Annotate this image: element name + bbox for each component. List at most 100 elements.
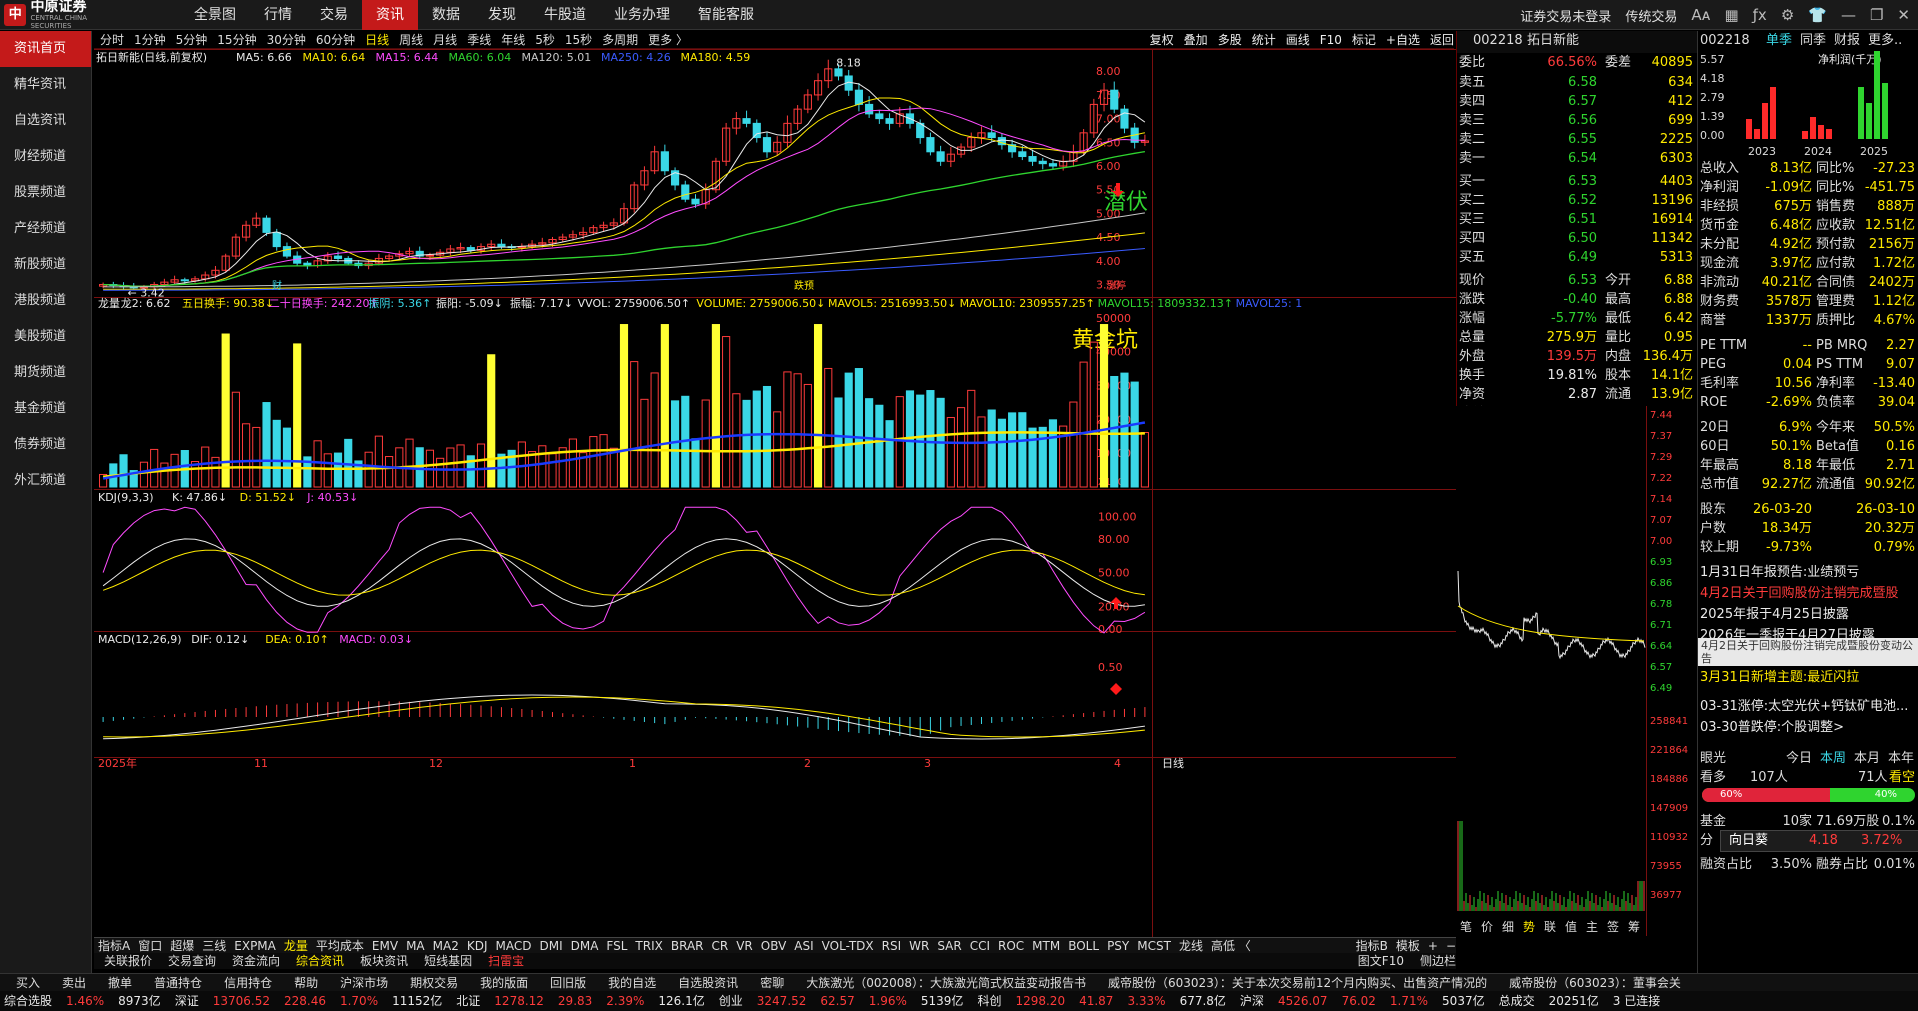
indicator-tab-25[interactable]: CCI [970, 938, 990, 954]
grid-icon[interactable]: ▦ [1724, 6, 1738, 24]
info-tab-3[interactable]: 综合资讯 [296, 953, 344, 969]
eye-tab-3[interactable]: 本年 [1888, 749, 1914, 768]
indicator-tab-30[interactable]: MCST [1137, 938, 1171, 954]
bid-row[interactable]: 买五 6.49 5313 [1457, 248, 1697, 267]
period-tab-12[interactable]: 15秒 [565, 31, 592, 48]
sidebar-item-7[interactable]: 港股频道 [0, 283, 91, 319]
ask-row[interactable]: 卖五 6.58 634 [1457, 73, 1697, 92]
minimize-icon[interactable]: — [1841, 6, 1856, 24]
info-tab-0[interactable]: 关联报价 [104, 953, 152, 969]
sidebar-item-6[interactable]: 新股频道 [0, 247, 91, 283]
indicator-tab-26[interactable]: ROC [998, 938, 1024, 954]
period-tab-1[interactable]: 1分钟 [134, 31, 166, 48]
sidebar-item-10[interactable]: 基金频道 [0, 391, 91, 427]
sidebar-item-8[interactable]: 美股频道 [0, 319, 91, 355]
fin-tab-0[interactable]: 单季 [1766, 31, 1792, 50]
kline-chart-area[interactable]: 拓日新能(日线,前复权) MA5: 6.66 MA10: 6.64 MA15: 6.4… [94, 49, 1456, 937]
index-item-0[interactable]: 综合选股 [4, 991, 52, 1011]
indicator-tab-5[interactable]: 龙量 [284, 938, 308, 954]
sidebar-item-11[interactable]: 债券频道 [0, 427, 91, 463]
fin-news-item[interactable]: 2025年报于4月25日披露 [1698, 605, 1918, 624]
chart-tool-5[interactable]: F10 [1320, 33, 1342, 47]
info-tab-6[interactable]: 扫雷宝 [488, 953, 524, 969]
eye-bar[interactable]: 60% 40% [1702, 788, 1915, 802]
indicator-tab-22[interactable]: RSI [882, 938, 902, 954]
eye-tab-2[interactable]: 本月 [1854, 749, 1880, 768]
bottom-action-4[interactable]: 信用持仓 [224, 974, 272, 991]
bottom-action-12[interactable]: 密聊 [760, 974, 784, 991]
bottom-action-11[interactable]: 自选股资讯 [678, 974, 738, 991]
nav-item-6[interactable]: 牛股道 [530, 0, 600, 30]
bottom-action-1[interactable]: 卖出 [62, 974, 86, 991]
chart-tool-7[interactable]: +自选 [1386, 31, 1420, 48]
nav-item-2[interactable]: 交易 [306, 0, 362, 30]
period-tab-11[interactable]: 5秒 [535, 31, 555, 48]
info-tab-5[interactable]: 短线基因 [424, 953, 472, 969]
fin-tab-1[interactable]: 同季 [1800, 31, 1826, 50]
fin-news2-item[interactable]: 03-31涨停:太空光伏+钙钛矿电池... [1698, 697, 1918, 716]
indicator-tab-24[interactable]: SAR [937, 938, 961, 954]
chart-tool-8[interactable]: 返回 [1430, 31, 1454, 48]
bottom-action-0[interactable]: 买入 [16, 974, 40, 991]
sidebar-item-9[interactable]: 期货频道 [0, 355, 91, 391]
indicator-tab-21[interactable]: VOL-TDX [822, 938, 874, 954]
sidebar-item-0[interactable]: 资讯首页 [0, 31, 91, 67]
app-logo[interactable]: 中 中原证券 CENTRAL CHINA SECURITIES [4, 0, 124, 30]
period-tab-14[interactable]: 更多 〉 [648, 31, 688, 48]
indicator-tab-16[interactable]: BRAR [671, 938, 704, 954]
indicator-tab-7[interactable]: EMV [372, 938, 398, 954]
indicator-tab-27[interactable]: MTM [1032, 938, 1060, 954]
period-tab-3[interactable]: 15分钟 [217, 31, 256, 48]
fin-tab-3[interactable]: 更多.. [1868, 31, 1902, 50]
fin-news-item[interactable]: 4月2日关于回购股份注销完成暨股 [1698, 584, 1918, 603]
indicator-tab-23[interactable]: WR [909, 938, 929, 954]
indicator-tab-6[interactable]: 平均成本 [316, 938, 364, 954]
nav-item-4[interactable]: 数据 [418, 0, 474, 30]
restore-icon[interactable]: ❐ [1870, 6, 1883, 24]
indicator-tab-3[interactable]: 三线 [202, 938, 226, 954]
period-tab-4[interactable]: 30分钟 [267, 31, 306, 48]
gear-icon[interactable]: ⚙ [1781, 6, 1794, 24]
period-tab-7[interactable]: 周线 [399, 31, 423, 48]
info-right-0[interactable]: 图文F10 [1358, 953, 1404, 969]
indicator-tab-29[interactable]: PSY [1107, 938, 1129, 954]
indicator-right-3[interactable]: − [1446, 938, 1456, 954]
trade-login-status[interactable]: 证券交易未登录 [1520, 6, 1611, 25]
bottom-action-5[interactable]: 帮助 [294, 974, 318, 991]
chart-tool-0[interactable]: 复权 [1150, 31, 1174, 48]
eye-tab-0[interactable]: 今日 [1786, 749, 1812, 768]
fin-tab-2[interactable]: 财报 [1834, 31, 1860, 50]
formula-icon[interactable]: ƒx [1753, 6, 1767, 24]
period-tab-5[interactable]: 60分钟 [316, 31, 355, 48]
nav-item-5[interactable]: 发现 [474, 0, 530, 30]
nav-item-0[interactable]: 全景图 [180, 0, 250, 30]
bottom-action-7[interactable]: 期权交易 [410, 974, 458, 991]
nav-item-3[interactable]: 资讯 [362, 0, 418, 30]
nav-item-1[interactable]: 行情 [250, 0, 306, 30]
indicator-tab-2[interactable]: 超爆 [170, 938, 194, 954]
indicator-tab-12[interactable]: DMI [539, 938, 562, 954]
sidebar-item-5[interactable]: 产经频道 [0, 211, 91, 247]
ask-row[interactable]: 卖二 6.55 2225 [1457, 130, 1697, 149]
stock-popup[interactable]: 向日葵 4.18 3.72% [1720, 830, 1918, 852]
nav-item-8[interactable]: 智能客服 [684, 0, 768, 30]
period-tab-13[interactable]: 多周期 [602, 31, 638, 48]
indicator-right-2[interactable]: + [1428, 938, 1438, 954]
fin-news-item[interactable]: 1月31日年报预告:业绩预亏 [1698, 563, 1918, 582]
bid-row[interactable]: 买一 6.53 4403 [1457, 172, 1697, 191]
indicator-tab-32[interactable]: 高低 〈 [1211, 938, 1251, 954]
chart-tool-2[interactable]: 多股 [1218, 31, 1242, 48]
info-tab-2[interactable]: 资金流向 [232, 953, 280, 969]
indicator-tab-13[interactable]: DMA [571, 938, 599, 954]
sidebar-item-3[interactable]: 财经频道 [0, 139, 91, 175]
close-icon[interactable]: ✕ [1897, 6, 1910, 24]
indicator-tab-10[interactable]: KDJ [467, 938, 488, 954]
bottom-action-10[interactable]: 我的自选 [608, 974, 656, 991]
shirt-icon[interactable]: 👕 [1808, 6, 1827, 24]
eye-tab-1[interactable]: 本周 [1820, 749, 1846, 768]
chart-tool-3[interactable]: 统计 [1252, 31, 1276, 48]
font-size-icon[interactable]: Aᴀ [1691, 6, 1710, 24]
indicator-tab-0[interactable]: 指标A [98, 938, 130, 954]
bid-row[interactable]: 买二 6.52 13196 [1457, 191, 1697, 210]
sidebar-item-12[interactable]: 外汇频道 [0, 463, 91, 499]
